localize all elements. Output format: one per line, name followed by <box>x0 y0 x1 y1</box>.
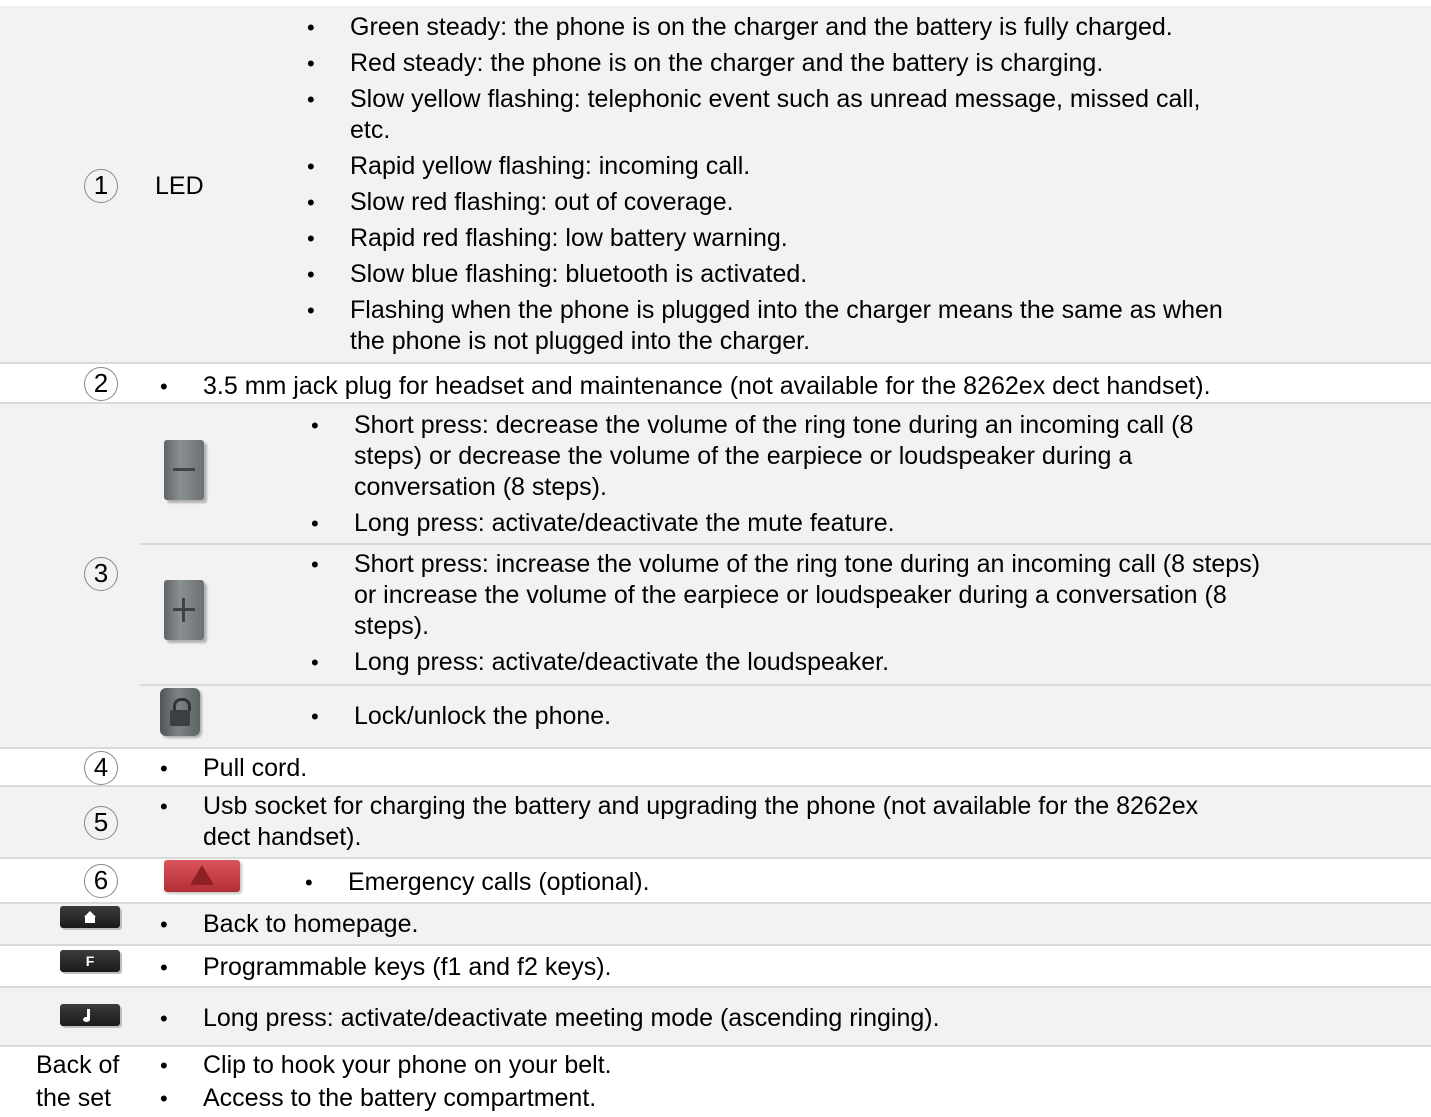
list-item-continuation: dect handset). <box>203 823 362 851</box>
list-item-continuation: the phone is not plugged into the charge… <box>350 327 811 355</box>
pull-cord-list: Pull cord. <box>160 753 307 784</box>
jack-list: 3.5 mm jack plug for headset and mainten… <box>160 371 1211 402</box>
list-item: Green steady: the phone is on the charge… <box>307 12 1223 43</box>
list-item: Slow red flashing: out of coverage. <box>307 187 1223 218</box>
list-item: Long press: activate/deactivate the loud… <box>311 647 1260 678</box>
list-item: Long press: activate/deactivate meeting … <box>160 1003 940 1034</box>
number-circle-1: 1 <box>84 169 118 203</box>
fkey-list: Programmable keys (f1 and f2 keys). <box>160 952 611 983</box>
lock-body <box>170 710 190 726</box>
list-item: Programmable keys (f1 and f2 keys). <box>160 952 611 983</box>
volume-up-key-icon <box>164 580 204 640</box>
home-base <box>85 917 95 923</box>
separator <box>140 543 1431 545</box>
separator <box>0 747 1431 749</box>
note-head <box>83 1017 90 1022</box>
emergency-list: Emergency calls (optional). <box>305 867 649 898</box>
separator <box>0 944 1431 946</box>
list-item: Usb socket for charging the battery and … <box>160 791 1198 822</box>
list-item: 3.5 mm jack plug for headset and mainten… <box>160 371 1211 402</box>
list-item: Long press: activate/deactivate the mute… <box>311 508 1193 539</box>
list-item: Access to the battery compartment. <box>160 1083 612 1114</box>
back-label-line2: the set <box>36 1084 112 1112</box>
usb-list: Usb socket for charging the battery and … <box>160 791 1198 853</box>
list-item: Pull cord. <box>160 753 307 784</box>
separator <box>140 684 1431 686</box>
separator <box>0 857 1431 859</box>
home-key-icon <box>60 906 120 928</box>
list-item: Red steady: the phone is on the charger … <box>307 48 1223 79</box>
number-circle-6: 6 <box>84 864 118 898</box>
number-circle-3: 3 <box>84 557 118 591</box>
list-item: Short press: decrease the volume of the … <box>311 410 1193 441</box>
number-circle-5: 5 <box>84 806 118 840</box>
back-label-line1: Back of <box>36 1051 120 1079</box>
home-list: Back to homepage. <box>160 909 419 940</box>
separator <box>0 1045 1431 1047</box>
led-list: Green steady: the phone is on the charge… <box>307 12 1223 357</box>
list-item: Slow yellow flashing: telephonic event s… <box>307 84 1223 115</box>
led-label: LED <box>155 172 204 200</box>
list-item: Rapid yellow flashing: incoming call. <box>307 151 1223 182</box>
list-item: Rapid red flashing: low battery warning. <box>307 223 1223 254</box>
list-item-continuation: steps). <box>354 612 430 640</box>
back-list: Clip to hook your phone on your belt. Ac… <box>160 1050 612 1114</box>
list-item: Slow blue flashing: bluetooth is activat… <box>307 259 1223 290</box>
separator <box>0 362 1431 364</box>
list-item: Emergency calls (optional). <box>305 867 649 898</box>
list-item: Clip to hook your phone on your belt. <box>160 1050 612 1081</box>
plus-mark-v <box>182 598 185 622</box>
lock-list: Lock/unlock the phone. <box>311 701 611 732</box>
list-item: Flashing when the phone is plugged into … <box>307 295 1223 326</box>
list-item: Lock/unlock the phone. <box>311 701 611 732</box>
minus-mark <box>173 468 195 471</box>
list-item: Back to homepage. <box>160 909 419 940</box>
plus-list: Short press: increase the volume of the … <box>311 549 1260 678</box>
number-circle-2: 2 <box>84 367 118 401</box>
minus-list: Short press: decrease the volume of the … <box>311 410 1193 539</box>
lock-key-icon <box>160 688 200 736</box>
list-item-continuation: etc. <box>350 116 391 144</box>
list-item: Short press: increase the volume of the … <box>311 549 1260 580</box>
warning-triangle <box>190 865 214 885</box>
f-key-icon: F <box>60 950 120 972</box>
number-circle-4: 4 <box>84 751 118 785</box>
list-item-continuation: conversation (8 steps). <box>354 473 607 501</box>
emergency-key-icon <box>164 860 240 892</box>
list-item-continuation: steps) or decrease the volume of the ear… <box>354 442 1133 470</box>
list-item-continuation: or increase the volume of the earpiece o… <box>354 581 1227 609</box>
meeting-key-icon <box>60 1004 120 1026</box>
meeting-list: Long press: activate/deactivate meeting … <box>160 1003 940 1034</box>
volume-down-key-icon <box>164 440 204 500</box>
